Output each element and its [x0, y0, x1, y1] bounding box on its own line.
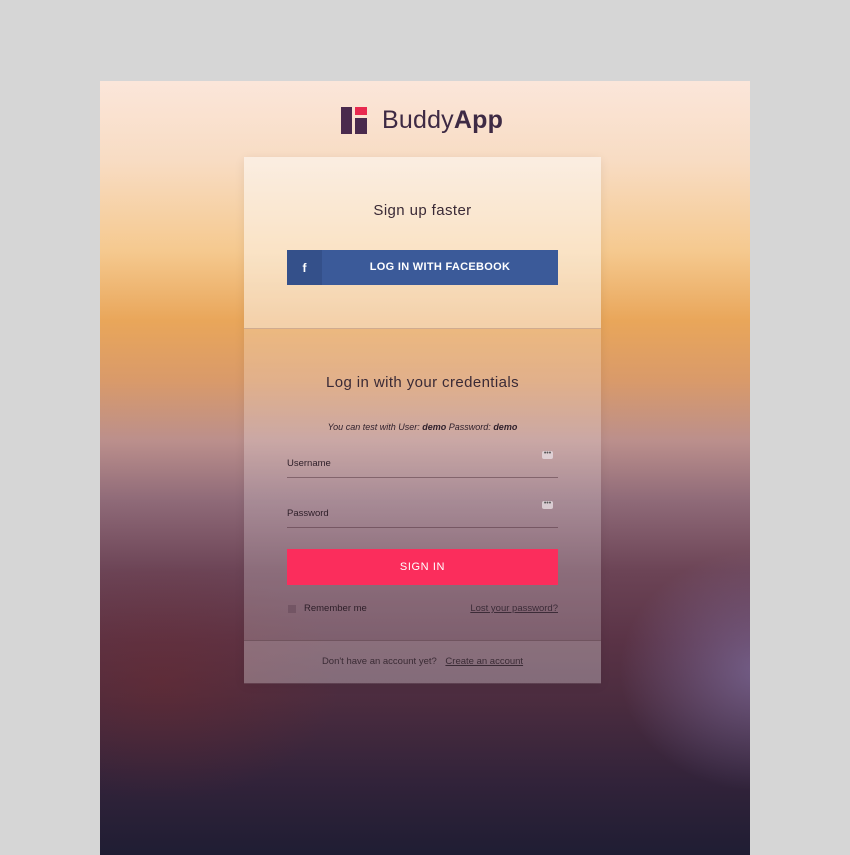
facebook-login-button[interactable]: f LOG IN WITH FACEBOOK [287, 250, 558, 285]
hint-password-label: Password: [448, 422, 491, 432]
checkbox-box[interactable] [288, 604, 296, 613]
sign-in-button[interactable]: SIGN IN [287, 549, 558, 585]
signup-title: Sign up faster [373, 202, 472, 219]
hint-password: demo [493, 422, 518, 432]
brand-name-bold: App [453, 105, 504, 134]
login-title: Log in with your credentials [326, 374, 519, 391]
key-icon: ••• [542, 450, 553, 459]
username-field[interactable]: Username ••• [287, 450, 558, 478]
hint-user: demo [422, 422, 447, 432]
create-account-link[interactable]: Create an account [445, 656, 523, 667]
demo-credentials-hint: You can test with User: demo Password: d… [244, 422, 601, 432]
remember-me-label: Remember me [304, 603, 367, 614]
create-account-section: Don't have an account yet? Create an acc… [244, 640, 601, 684]
facebook-login-label: LOG IN WITH FACEBOOK [369, 261, 511, 273]
password-field[interactable]: Password ••• [287, 500, 558, 528]
brand-name: BuddyApp [382, 106, 503, 135]
hint-prefix: You can test with User: [327, 422, 420, 432]
login-card: Sign up faster f LOG IN WITH FACEBOOK Lo… [244, 157, 601, 684]
brand-logo[interactable]: BuddyApp [341, 105, 503, 135]
username-label: Username [287, 458, 331, 469]
brand-name-light: Buddy [382, 105, 454, 134]
key-icon: ••• [542, 500, 553, 509]
logo-mark-icon [341, 106, 367, 134]
lost-password-link[interactable]: Lost your password? [470, 603, 558, 614]
remember-me-checkbox[interactable]: Remember me [288, 603, 367, 614]
facebook-icon: f [287, 250, 322, 285]
no-account-text: Don't have an account yet? [321, 656, 437, 667]
password-label: Password [287, 508, 329, 519]
signup-section: Sign up faster f LOG IN WITH FACEBOOK [244, 157, 601, 329]
page-background: BuddyApp Sign up faster f LOG IN WITH FA… [100, 81, 750, 855]
